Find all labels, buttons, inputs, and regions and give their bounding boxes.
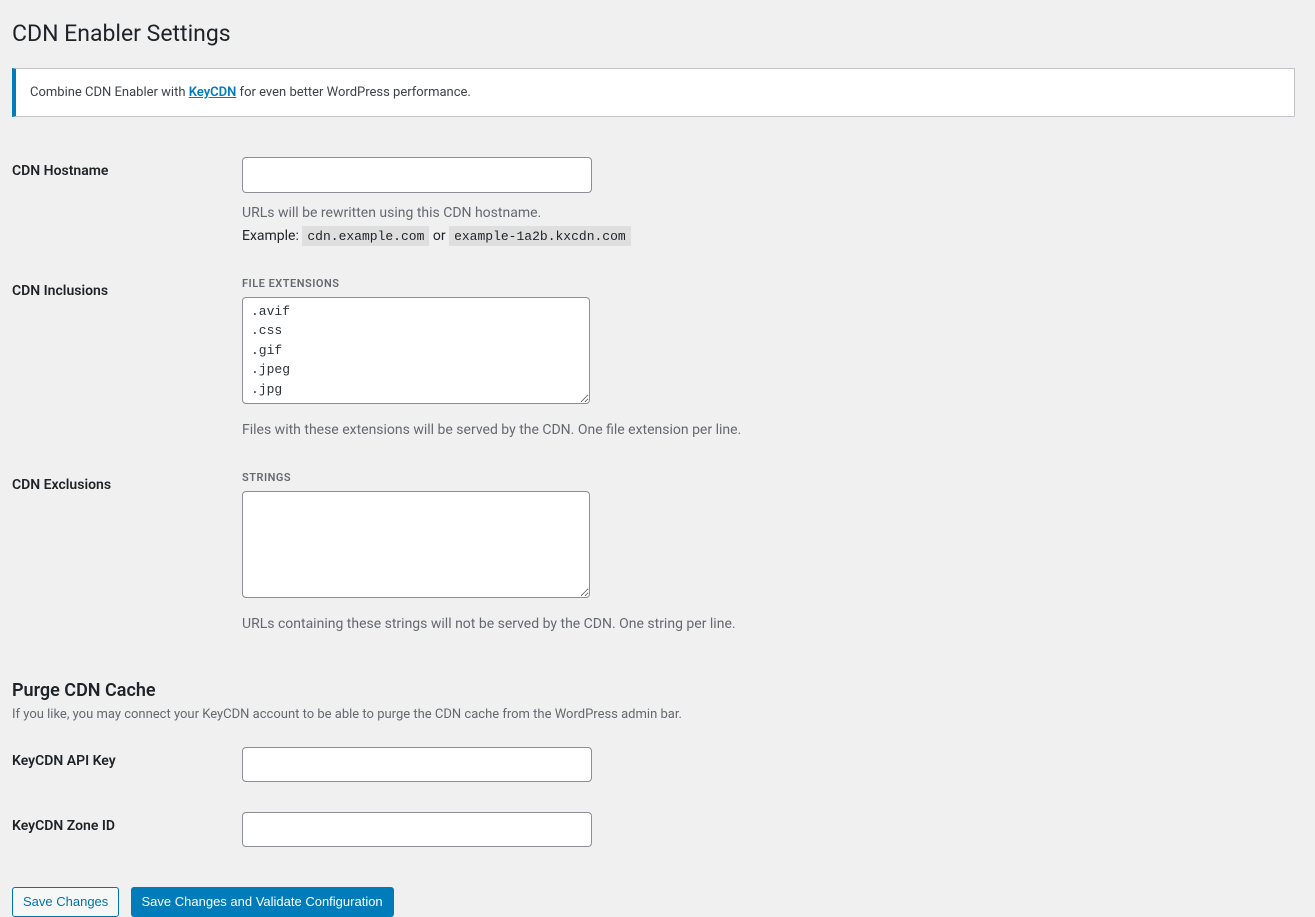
label-cdn-hostname: CDN Hostname — [12, 142, 232, 261]
file-extensions-textarea[interactable]: .avif .css .gif .jpeg .jpg — [242, 297, 590, 405]
hostname-example-or: or — [429, 228, 449, 244]
settings-table-purge: KeyCDN API Key KeyCDN Zone ID — [12, 732, 1295, 862]
exclusions-textarea[interactable] — [242, 491, 590, 599]
label-zone-id: KeyCDN Zone ID — [12, 797, 232, 862]
row-cdn-inclusions: CDN Inclusions FILE EXTENSIONS .avif .cs… — [12, 262, 1295, 456]
hostname-example-code1: cdn.example.com — [302, 226, 429, 246]
settings-table-main: CDN Hostname URLs will be rewritten usin… — [12, 142, 1295, 649]
exclusions-subheading: STRINGS — [242, 471, 1285, 485]
submit-row: Save Changes Save Changes and Validate C… — [12, 887, 1295, 917]
label-cdn-exclusions: CDN Exclusions — [12, 456, 232, 650]
label-cdn-inclusions: CDN Inclusions — [12, 262, 232, 456]
cdn-hostname-input[interactable] — [242, 157, 592, 192]
hostname-desc-1: URLs will be rewritten using this CDN ho… — [242, 203, 1285, 224]
api-key-input[interactable] — [242, 747, 592, 782]
settings-wrap: CDN Enabler Settings Combine CDN Enabler… — [12, 10, 1295, 917]
row-cdn-exclusions: CDN Exclusions STRINGS URLs containing t… — [12, 456, 1295, 650]
keycdn-link[interactable]: KeyCDN — [189, 85, 237, 100]
label-api-key: KeyCDN API Key — [12, 732, 232, 797]
page-title: CDN Enabler Settings — [12, 10, 1295, 53]
notice-text-suffix: for even better WordPress performance. — [236, 85, 471, 100]
hostname-example-code2: example-1a2b.kxcdn.com — [449, 226, 631, 246]
row-cdn-hostname: CDN Hostname URLs will be rewritten usin… — [12, 142, 1295, 261]
zone-id-input[interactable] — [242, 812, 592, 847]
purge-description: If you like, you may connect your KeyCDN… — [12, 707, 1295, 722]
notice-text-prefix: Combine CDN Enabler with — [30, 85, 189, 100]
inclusions-subheading: FILE EXTENSIONS — [242, 277, 1285, 291]
row-api-key: KeyCDN API Key — [12, 732, 1295, 797]
save-button[interactable]: Save Changes — [12, 887, 119, 917]
exclusions-desc: URLs containing these strings will not b… — [242, 614, 1285, 635]
save-validate-button[interactable]: Save Changes and Validate Configuration — [131, 887, 394, 917]
hostname-example-prefix: Example: — [242, 228, 302, 244]
purge-heading: Purge CDN Cache — [12, 680, 1295, 701]
info-notice: Combine CDN Enabler with KeyCDN for even… — [12, 68, 1295, 118]
inclusions-desc: Files with these extensions will be serv… — [242, 420, 1285, 441]
row-zone-id: KeyCDN Zone ID — [12, 797, 1295, 862]
